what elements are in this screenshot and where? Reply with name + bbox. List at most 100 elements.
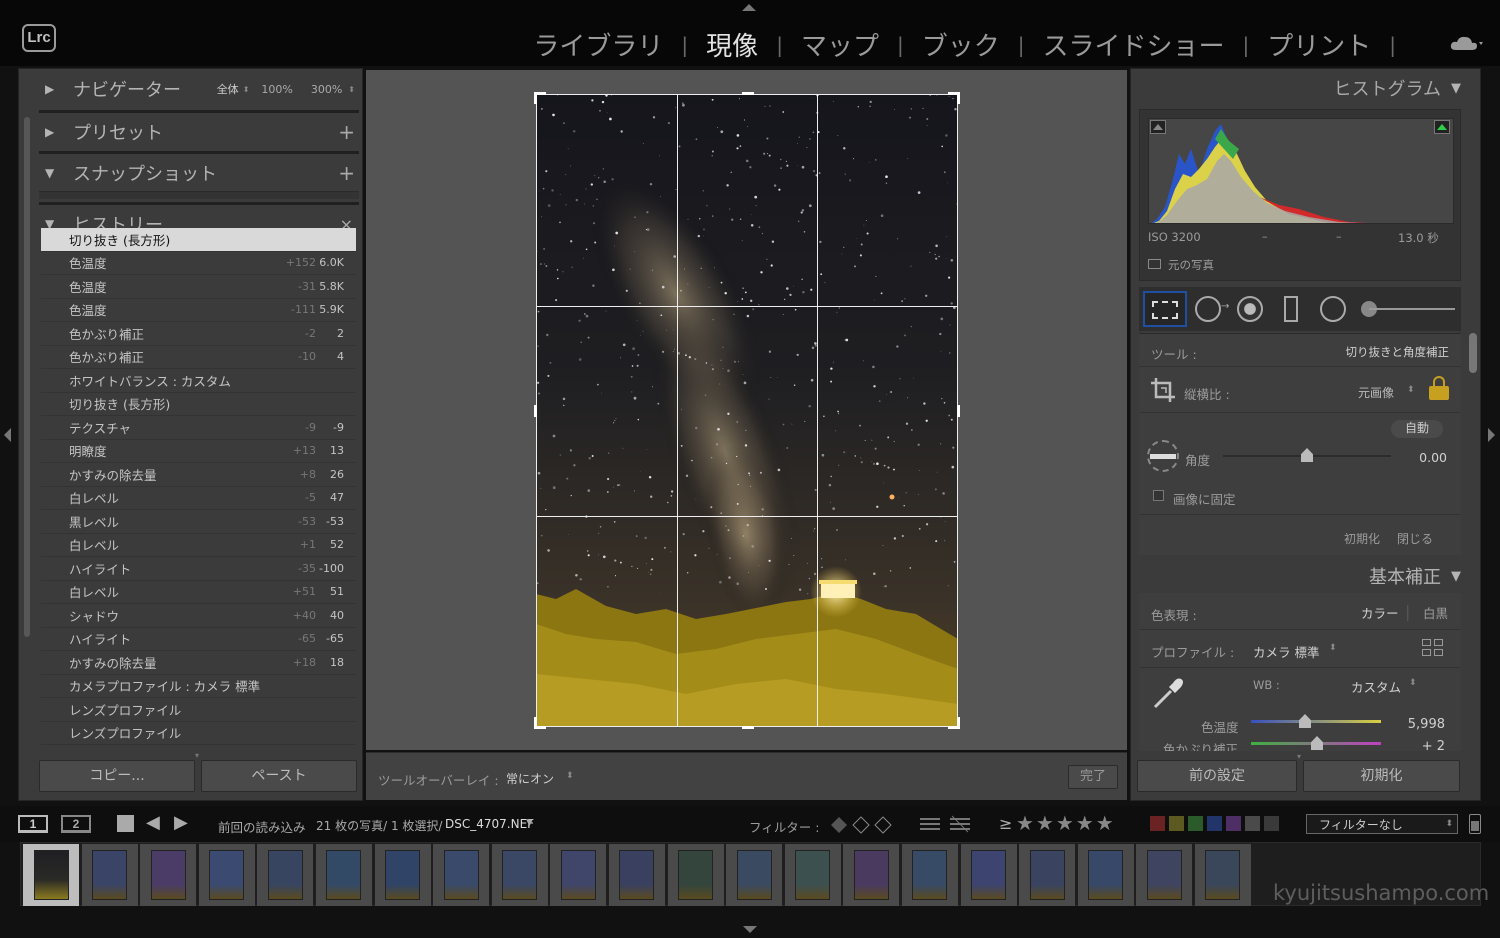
collapse-top-panel-icon[interactable]: [742, 4, 756, 11]
adjustment-brush-icon[interactable]: [1361, 301, 1457, 317]
history-item[interactable]: 色かぶり補正 -10 4: [41, 346, 356, 369]
filmstrip-thumbnail[interactable]: [550, 844, 607, 906]
filmstrip-thumbnail[interactable]: [1077, 844, 1134, 906]
rating-filter-stars[interactable]: ★★★★★: [1016, 811, 1116, 835]
filmstrip-thumbnail[interactable]: [960, 844, 1017, 906]
filmstrip-thumbnail[interactable]: [433, 844, 490, 906]
filmstrip-thumbnail[interactable]: [315, 844, 372, 906]
treatment-bw[interactable]: 白黒: [1423, 603, 1448, 622]
crop-handle-bl[interactable]: [534, 717, 546, 729]
history-item[interactable]: 切り抜き (長方形): [41, 228, 356, 252]
filmstrip-thumbnail[interactable]: [140, 844, 197, 906]
crop-handle-br[interactable]: [948, 717, 960, 729]
edit-filter-icon[interactable]: [918, 814, 972, 834]
filmstrip-thumbnail[interactable]: [23, 844, 79, 906]
profile-select[interactable]: カメラ 標準: [1253, 642, 1319, 661]
filmstrip-thumbnail[interactable]: [491, 844, 548, 906]
cloud-sync-icon[interactable]: [1450, 34, 1486, 52]
filmstrip-thumbnail[interactable]: [726, 844, 783, 906]
tool-overlay-select[interactable]: 常にオン: [506, 770, 554, 787]
copy-button[interactable]: コピー...: [39, 760, 195, 792]
crop-overlay[interactable]: [534, 92, 960, 729]
crop-reset-button[interactable]: 初期化: [1344, 530, 1380, 547]
collapse-left-panel-icon[interactable]: [4, 428, 11, 442]
history-item[interactable]: ホワイトバランス : カスタム: [41, 369, 356, 393]
color-label-filter[interactable]: [1150, 816, 1165, 831]
aspect-select[interactable]: 元画像: [1358, 384, 1394, 401]
navigator-header[interactable]: ▶ ナビゲーター 全体 ⬍ 100% 300% ⬍: [39, 72, 359, 106]
crop-frame-tool-icon[interactable]: [1149, 376, 1177, 404]
history-item[interactable]: シャドウ +40 40: [41, 604, 356, 628]
histogram-panel[interactable]: ISO 3200 – – 13.0 秒 元の写真: [1139, 109, 1461, 281]
presets-header[interactable]: ▶ プリセット +: [39, 115, 359, 149]
history-item[interactable]: レンズプロファイル: [41, 698, 356, 722]
original-photo-checkbox[interactable]: [1148, 259, 1161, 269]
second-screen-button[interactable]: 2: [61, 815, 91, 833]
filmstrip-thumbnail[interactable]: [81, 844, 138, 906]
history-item[interactable]: レンズプロファイル: [41, 722, 356, 745]
color-label-filter[interactable]: [1207, 816, 1222, 831]
radial-filter-icon[interactable]: [1320, 296, 1346, 322]
history-item[interactable]: 切り抜き (長方形): [41, 393, 356, 416]
crop-close-button[interactable]: 閉じる: [1397, 530, 1433, 547]
crop-handle-bottom[interactable]: [742, 726, 754, 729]
history-item[interactable]: かすみの除去量 +8 26: [41, 463, 356, 487]
history-item[interactable]: テクスチャ -9 -9: [41, 416, 356, 440]
crop-handle-right[interactable]: [957, 405, 960, 417]
graduated-filter-icon[interactable]: [1284, 296, 1298, 322]
flag-filters-icon[interactable]: [830, 816, 894, 834]
profile-browser-icon[interactable]: [1422, 639, 1444, 657]
main-screen-button[interactable]: 1: [18, 815, 48, 833]
filmstrip-thumbnail[interactable]: [784, 844, 841, 906]
straighten-tool-icon[interactable]: [1147, 440, 1179, 472]
color-label-filter[interactable]: [1264, 816, 1279, 831]
filter-preset-select[interactable]: フィルターなし ⬍: [1306, 814, 1458, 834]
treatment-color[interactable]: カラー: [1361, 603, 1399, 622]
right-panel-scrollbar[interactable]: [1469, 333, 1477, 373]
history-item[interactable]: 色温度 +152 6.0K: [41, 252, 356, 275]
collapse-right-panel-icon[interactable]: [1488, 428, 1495, 442]
histogram-header[interactable]: ヒストグラム ▼: [1139, 71, 1461, 105]
filmstrip-thumbnail[interactable]: [374, 844, 431, 906]
angle-slider[interactable]: [1223, 448, 1391, 464]
wb-select[interactable]: カスタム: [1351, 677, 1401, 696]
history-item[interactable]: 白レベル -5 47: [41, 487, 356, 510]
filmstrip-thumbnail[interactable]: [257, 844, 314, 906]
filmstrip-thumbnail[interactable]: [198, 844, 255, 906]
history-item[interactable]: 白レベル +51 51: [41, 581, 356, 604]
crop-handle-left[interactable]: [534, 405, 537, 417]
history-item[interactable]: ハイライト -65 -65: [41, 628, 356, 651]
spot-removal-icon[interactable]: [1195, 296, 1221, 322]
crop-handle-top[interactable]: [742, 92, 754, 95]
constrain-to-image-checkbox[interactable]: [1153, 490, 1164, 501]
module-map[interactable]: マップ: [799, 26, 881, 63]
crop-handle-tr[interactable]: [948, 92, 960, 104]
crop-tool-icon[interactable]: [1143, 291, 1187, 327]
filmstrip-thumbnail[interactable]: [667, 844, 724, 906]
filmstrip-thumbnail[interactable]: [1136, 844, 1193, 906]
collapse-bottom-panel-icon[interactable]: [743, 926, 757, 933]
color-label-filter[interactable]: [1169, 816, 1184, 831]
zoom-100-option[interactable]: 100%: [261, 83, 292, 96]
image-viewer[interactable]: [366, 70, 1127, 750]
filmstrip-filename[interactable]: DSC_4707.NEF: [445, 817, 534, 831]
tint-slider[interactable]: [1251, 736, 1381, 751]
color-label-filter[interactable]: [1245, 816, 1260, 831]
history-item[interactable]: 黒レベル -53 -53: [41, 510, 356, 534]
back-arrow-icon[interactable]: ◀: [146, 812, 160, 833]
temp-slider[interactable]: [1251, 714, 1381, 730]
aspect-lock-icon[interactable]: [1428, 376, 1450, 402]
module-library[interactable]: ライブラリ: [531, 26, 665, 63]
module-develop[interactable]: 現像: [704, 26, 760, 63]
filmstrip-thumbnail[interactable]: [901, 844, 958, 906]
angle-value[interactable]: 0.00: [1419, 450, 1447, 465]
module-slideshow[interactable]: スライドショー: [1040, 26, 1226, 63]
history-item[interactable]: 明瞭度 +13 13: [41, 440, 356, 463]
highlight-clipping-icon[interactable]: [1434, 120, 1450, 134]
temp-value[interactable]: 5,998: [1408, 717, 1445, 732]
filter-lock-icon[interactable]: [1469, 814, 1481, 834]
color-label-filter[interactable]: [1188, 816, 1203, 831]
history-item[interactable]: カメラプロファイル : カメラ 標準: [41, 675, 356, 698]
scroll-down-icon[interactable]: ▾: [195, 751, 199, 760]
red-eye-icon[interactable]: [1237, 296, 1263, 322]
